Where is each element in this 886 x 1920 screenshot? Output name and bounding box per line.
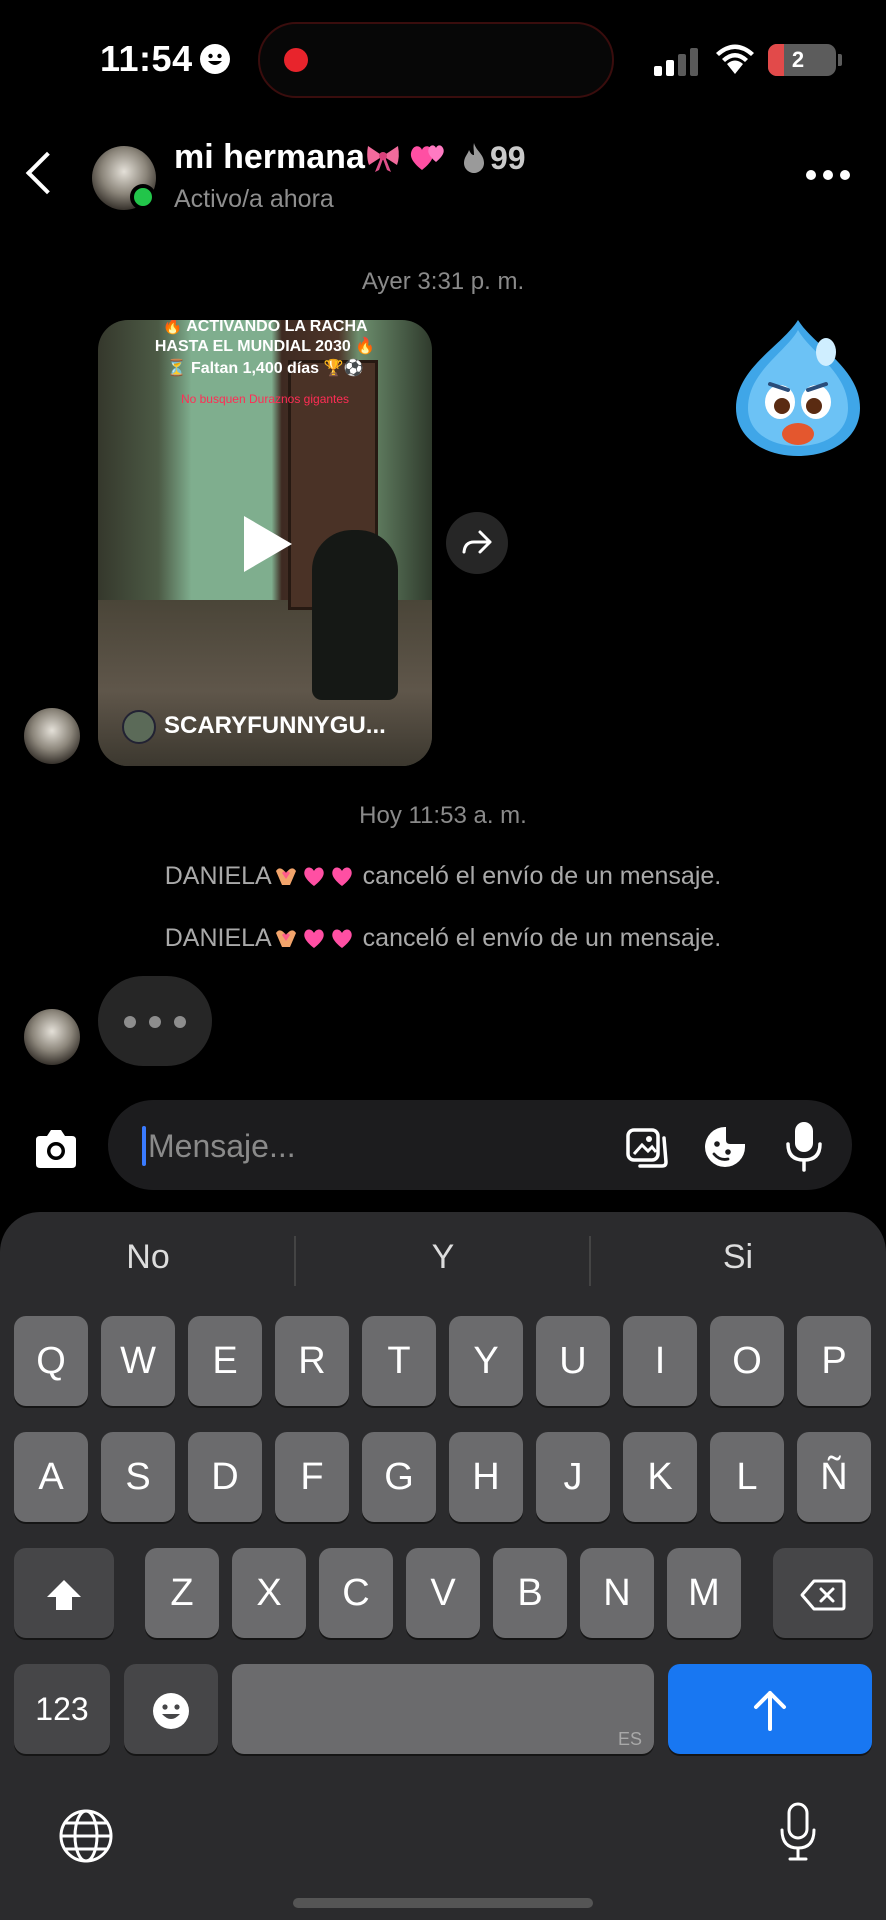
emoji-key[interactable]	[124, 1664, 218, 1754]
shift-icon	[47, 1579, 81, 1610]
system-message-text: canceló el envío de un mensaje.	[362, 924, 722, 952]
text-cursor	[142, 1126, 146, 1166]
recording-dot-icon	[284, 48, 308, 72]
key[interactable]: I	[623, 1316, 697, 1406]
gallery-icon[interactable]	[624, 1124, 670, 1170]
sender-avatar[interactable]	[24, 1009, 80, 1065]
numbers-key[interactable]: 123	[14, 1664, 110, 1754]
send-arrow-icon	[754, 1690, 786, 1731]
smile-icon	[200, 44, 230, 74]
pink-heart-emoji	[304, 867, 324, 886]
pink-heart-emoji	[332, 867, 352, 886]
more-icon[interactable]	[806, 170, 850, 182]
status-time: 11:54	[100, 38, 193, 79]
heart-hands-emoji	[275, 868, 296, 885]
key[interactable]: K	[623, 1432, 697, 1522]
space-language: ES	[617, 1729, 642, 1749]
battery-tip	[838, 54, 842, 66]
bow-emoji	[366, 143, 400, 173]
key[interactable]: T	[362, 1316, 436, 1406]
key[interactable]: P	[797, 1316, 871, 1406]
pink-heart-emoji	[304, 929, 324, 948]
backspace-icon	[800, 1579, 846, 1611]
wifi-icon	[714, 42, 756, 76]
video-caption: HASTA EL MUNDIAL 2030 🔥	[154, 338, 376, 355]
key[interactable]: W	[101, 1316, 175, 1406]
key[interactable]: C	[319, 1548, 393, 1638]
key[interactable]: G	[362, 1432, 436, 1522]
key[interactable]: F	[275, 1432, 349, 1522]
key[interactable]: Q	[14, 1316, 88, 1406]
video-caption: ⏳ Faltan 1,400 días 🏆⚽	[166, 360, 364, 377]
emoji-icon	[153, 1692, 189, 1729]
water-drop-sticker[interactable]	[730, 316, 866, 458]
key[interactable]: O	[710, 1316, 784, 1406]
key[interactable]: S	[101, 1432, 175, 1522]
key[interactable]: B	[493, 1548, 567, 1638]
dynamic-island[interactable]	[258, 22, 614, 98]
key[interactable]: N	[580, 1548, 654, 1638]
video-caption: No busquen Duraznos gigantes	[180, 392, 350, 406]
suggestion[interactable]: Si	[598, 1238, 878, 1277]
key[interactable]: Ñ	[797, 1432, 871, 1522]
signal-icon	[654, 46, 698, 76]
key[interactable]: M	[667, 1548, 741, 1638]
key[interactable]: H	[449, 1432, 523, 1522]
key[interactable]: Z	[145, 1548, 219, 1638]
send-key[interactable]	[668, 1664, 872, 1754]
backspace-key[interactable]	[773, 1548, 873, 1638]
sticker-icon[interactable]	[702, 1124, 748, 1170]
system-message-name: DANIELA	[164, 862, 272, 890]
system-message-name: DANIELA	[164, 924, 272, 952]
system-message-text: canceló el envío de un mensaje.	[362, 862, 722, 890]
timestamp: Ayer 3:31 p. m.	[361, 268, 525, 295]
back-icon[interactable]	[25, 151, 69, 195]
share-icon[interactable]	[446, 512, 508, 574]
play-icon[interactable]	[244, 516, 292, 572]
key[interactable]: U	[536, 1316, 610, 1406]
key[interactable]: R	[275, 1316, 349, 1406]
microphone-icon[interactable]	[784, 1120, 824, 1172]
streak-count: 99	[490, 140, 526, 176]
key[interactable]: V	[406, 1548, 480, 1638]
video-author-avatar	[122, 710, 156, 744]
key[interactable]: E	[188, 1316, 262, 1406]
typing-indicator	[98, 976, 212, 1066]
key[interactable]: X	[232, 1548, 306, 1638]
key[interactable]: D	[188, 1432, 262, 1522]
system-message: DANIELA canceló el envío de un mensaje.	[0, 924, 886, 953]
contact-name[interactable]: mi hermana	[174, 138, 365, 177]
hearts-emoji	[408, 140, 448, 176]
video-author-name[interactable]: SCARYFUNNYGU...	[164, 712, 386, 740]
suggestion-divider	[294, 1236, 296, 1286]
suggestion-divider	[589, 1236, 591, 1286]
sender-avatar[interactable]	[24, 708, 80, 764]
online-indicator	[130, 184, 156, 210]
suggestion[interactable]: Y	[303, 1238, 583, 1277]
timestamp: Hoy 11:53 a. m.	[359, 802, 527, 829]
heart-hands-emoji	[275, 930, 296, 947]
message-input[interactable]	[148, 1118, 598, 1174]
contact-status: Activo/a ahora	[174, 185, 334, 213]
dictation-mic-icon[interactable]	[778, 1802, 818, 1862]
key[interactable]: L	[710, 1432, 784, 1522]
key[interactable]: A	[14, 1432, 88, 1522]
video-person	[312, 530, 398, 700]
suggestion[interactable]: No	[8, 1238, 288, 1277]
flame-icon	[462, 142, 486, 174]
shared-video-card[interactable]: 🔥 ACTIVANDO LA RACHA HASTA EL MUNDIAL 20…	[98, 320, 432, 766]
pink-heart-emoji	[332, 929, 352, 948]
camera-icon[interactable]	[28, 1122, 84, 1178]
shift-key[interactable]	[14, 1548, 114, 1638]
battery-percent: 2	[791, 47, 805, 72]
globe-icon[interactable]	[58, 1808, 114, 1864]
space-key[interactable]: ES	[232, 1664, 654, 1754]
home-indicator[interactable]	[293, 1898, 593, 1908]
system-message: DANIELA canceló el envío de un mensaje.	[0, 862, 886, 891]
battery-icon: 2	[768, 44, 836, 76]
video-caption: 🔥 ACTIVANDO LA RACHA	[162, 320, 368, 335]
key[interactable]: Y	[449, 1316, 523, 1406]
key[interactable]: J	[536, 1432, 610, 1522]
